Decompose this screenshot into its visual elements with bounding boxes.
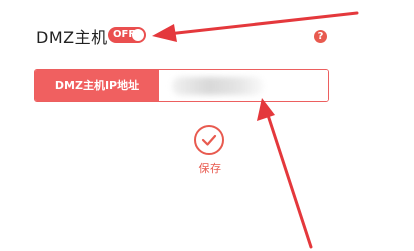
arrow-to-ip-input bbox=[257, 98, 313, 249]
arrow-to-toggle bbox=[152, 11, 359, 42]
annotation-arrows bbox=[152, 11, 359, 249]
